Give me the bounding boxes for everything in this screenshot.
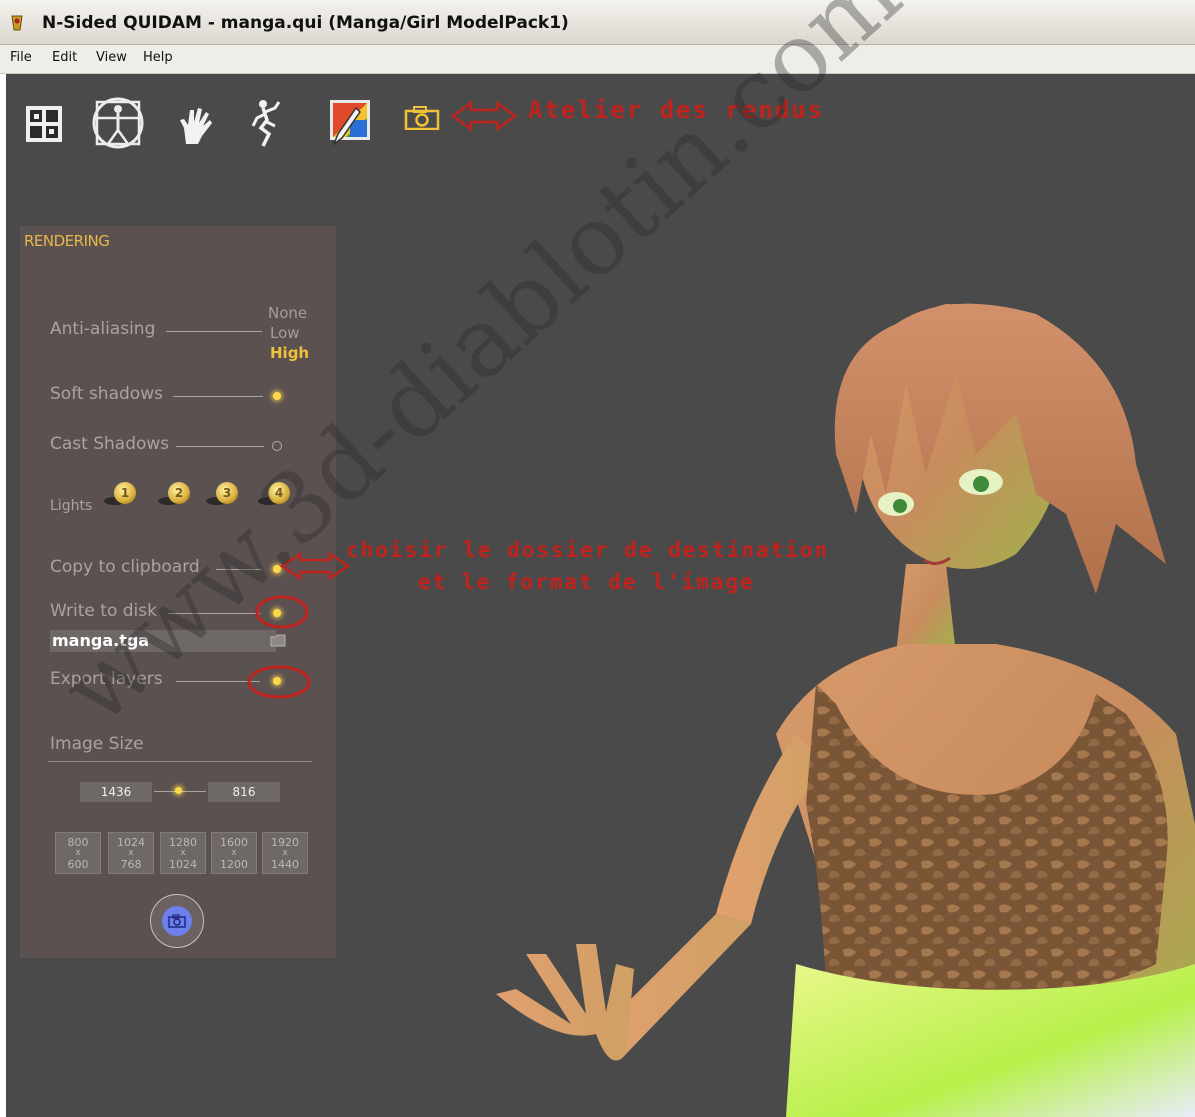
lights-label: Lights <box>50 498 93 514</box>
preset-height: 1440 <box>271 858 299 871</box>
folder-icon[interactable] <box>270 634 286 647</box>
aa-option-low[interactable]: Low <box>270 324 300 342</box>
title-bar: N-Sided QUIDAM - manga.qui (Manga/Girl M… <box>0 0 1195 45</box>
light-1-button[interactable]: 1 <box>114 482 136 504</box>
menu-edit[interactable]: Edit <box>52 50 77 65</box>
hand-icon[interactable] <box>176 102 216 146</box>
app-icon <box>11 15 23 31</box>
annotation-destination-line2: et le format de l'image <box>418 570 755 594</box>
menu-bar: File Edit View Help <box>0 45 1195 74</box>
preset-width: 1024 <box>117 836 145 849</box>
highlight-circle <box>247 665 311 699</box>
connector-line <box>173 396 263 397</box>
layout-grid-icon[interactable] <box>26 106 62 142</box>
double-arrow-icon <box>450 100 518 132</box>
panel-title: RENDERING <box>24 232 110 250</box>
aa-option-none[interactable]: None <box>268 304 307 322</box>
render-button[interactable] <box>150 894 204 948</box>
preset-height: 1024 <box>169 858 197 871</box>
connector-line <box>176 446 264 447</box>
character-render <box>496 303 1195 1117</box>
soft-shadows-label: Soft shadows <box>50 384 163 404</box>
aa-option-high[interactable]: High <box>270 344 309 362</box>
vitruvian-man-icon[interactable] <box>90 96 146 150</box>
section-divider <box>48 761 312 762</box>
camera-icon <box>168 914 186 928</box>
preset-height: 768 <box>120 858 142 871</box>
cast-shadows-label: Cast Shadows <box>50 434 170 454</box>
menu-view[interactable]: View <box>96 50 127 65</box>
connector-line <box>166 331 262 332</box>
image-size-label: Image Size <box>50 734 144 754</box>
menu-file[interactable]: File <box>10 50 32 65</box>
aspect-lock-toggle[interactable] <box>175 787 182 794</box>
annotation-destination-line1: choisir le dossier de destination <box>346 538 830 562</box>
light-2-button[interactable]: 2 <box>168 482 190 504</box>
preset-1600x1200[interactable]: 1600 x 1200 <box>211 832 257 874</box>
preset-800x600[interactable]: 800 x 600 <box>55 832 101 874</box>
preset-1024x768[interactable]: 1024 x 768 <box>108 832 154 874</box>
pose-figure-icon[interactable] <box>249 98 283 148</box>
soft-shadows-toggle[interactable] <box>273 392 281 400</box>
anti-aliasing-label: Anti-aliasing <box>50 319 156 339</box>
image-width-field[interactable]: 1436 <box>80 782 152 802</box>
texture-brush-icon[interactable] <box>326 98 372 146</box>
menu-help[interactable]: Help <box>143 50 173 65</box>
preset-width: 1920 <box>271 836 299 849</box>
preset-width: 800 <box>67 836 89 849</box>
render-button-core <box>162 906 192 936</box>
camera-icon[interactable] <box>404 106 440 130</box>
image-height-field[interactable]: 816 <box>208 782 280 802</box>
window-title: N-Sided QUIDAM - manga.qui (Manga/Girl M… <box>42 13 569 33</box>
viewport[interactable]: Atelier des rendus RENDERING Anti-aliasi… <box>6 0 1195 1117</box>
preset-height: 600 <box>67 858 89 871</box>
preset-width: 1280 <box>169 836 197 849</box>
preset-height: 1200 <box>220 858 248 871</box>
preset-width: 1600 <box>220 836 248 849</box>
preset-1920x1440[interactable]: 1920 x 1440 <box>262 832 308 874</box>
preset-1280x1024[interactable]: 1280 x 1024 <box>160 832 206 874</box>
